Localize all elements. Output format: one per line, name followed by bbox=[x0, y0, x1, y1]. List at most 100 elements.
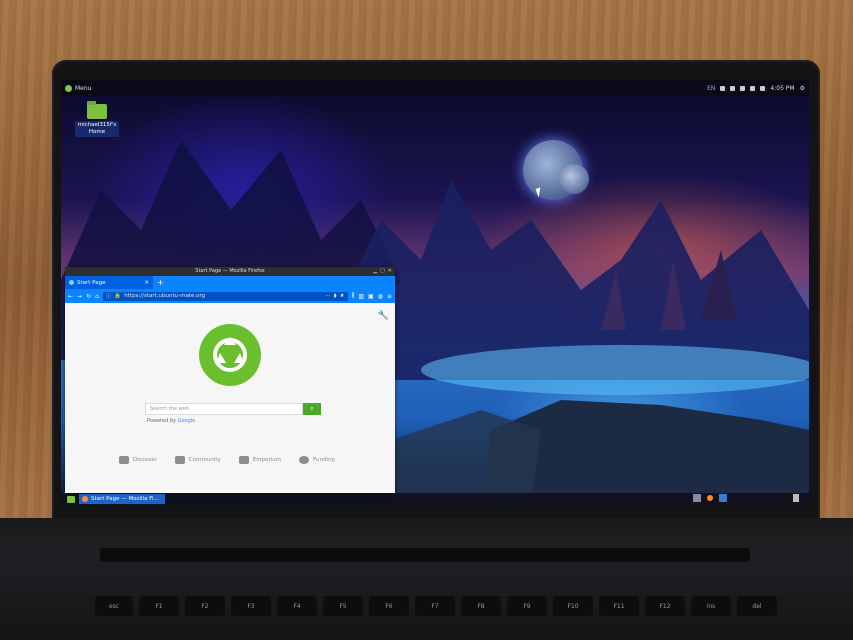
monitor-icon bbox=[119, 456, 129, 464]
taskbar-task-label: Start Page — Mozilla Fi... bbox=[91, 496, 159, 502]
search-icon: ⌕ bbox=[310, 405, 314, 412]
key-f9: F9 bbox=[507, 596, 547, 616]
home-icon[interactable]: ⌂ bbox=[95, 293, 99, 300]
key-ins: ins bbox=[691, 596, 731, 616]
chat-bubbles-icon bbox=[174, 456, 185, 464]
firefox-launcher-icon[interactable] bbox=[707, 495, 713, 501]
volume-icon[interactable] bbox=[760, 85, 766, 91]
top-panel: Menu EN 4:05 PM ⚙ bbox=[61, 80, 809, 96]
new-tab-button[interactable]: + bbox=[157, 278, 164, 287]
link-label: Funding bbox=[313, 457, 335, 463]
library-icon[interactable]: ⫼ bbox=[352, 292, 355, 300]
planet-small bbox=[559, 164, 589, 194]
pocket-icon[interactable]: ◗ bbox=[334, 293, 337, 299]
window-title: Start Page — Mozilla Firefox bbox=[195, 268, 265, 274]
laptop-hinge bbox=[100, 548, 750, 562]
tab-start-page[interactable]: Start Page ✕ bbox=[65, 276, 153, 289]
mate-circle-icon bbox=[213, 337, 247, 372]
clock[interactable]: 4:05 PM bbox=[770, 85, 794, 92]
link-label: Emporium bbox=[252, 457, 282, 463]
link-community[interactable]: Community bbox=[174, 456, 221, 464]
link-emporium[interactable]: Emporium bbox=[238, 456, 282, 464]
search-input[interactable]: Search the web bbox=[145, 403, 303, 415]
workspace-2[interactable] bbox=[719, 494, 727, 502]
key-f8: F8 bbox=[461, 596, 501, 616]
lock-icon: 🔒 bbox=[114, 293, 122, 299]
key-f5: F5 bbox=[323, 596, 363, 616]
settings-gear-icon[interactable]: ⚙ bbox=[800, 85, 805, 92]
link-discover[interactable]: Discover bbox=[119, 456, 157, 464]
key-del: del bbox=[737, 596, 777, 616]
forward-arrow-icon[interactable]: → bbox=[77, 293, 82, 300]
link-label: Discover bbox=[133, 457, 157, 463]
firefox-icon bbox=[82, 496, 88, 502]
minimize-icon[interactable]: ▁ bbox=[373, 267, 377, 276]
panel-right-area bbox=[693, 494, 799, 502]
key-f1: F1 bbox=[139, 596, 179, 616]
page-actions-icon[interactable]: ⋯ bbox=[325, 293, 331, 299]
heart-icon bbox=[299, 456, 310, 464]
key-f4: F4 bbox=[277, 596, 317, 616]
key-f12: F12 bbox=[645, 596, 685, 616]
search-placeholder: Search the web bbox=[150, 406, 189, 412]
desktop-screen: Menu EN 4:05 PM ⚙ michael315f's Home Sta… bbox=[61, 80, 809, 505]
reload-icon[interactable]: ↻ bbox=[86, 293, 91, 300]
system-tray: EN 4:05 PM ⚙ bbox=[707, 80, 805, 96]
wifi-icon[interactable] bbox=[750, 85, 756, 91]
bluetooth-icon[interactable] bbox=[730, 85, 736, 91]
workspace-1[interactable] bbox=[693, 494, 701, 502]
hamburger-menu-icon[interactable]: ≡ bbox=[387, 293, 392, 300]
window-titlebar[interactable]: Start Page — Mozilla Firefox ▁ □ ✕ bbox=[65, 267, 395, 276]
search-button[interactable]: ⌕ bbox=[303, 403, 321, 415]
ubuntu-mate-logo bbox=[199, 324, 261, 386]
home-folder-shortcut[interactable]: michael315f's Home bbox=[75, 101, 119, 137]
info-icon[interactable]: ⓘ bbox=[106, 292, 112, 300]
taskbar-firefox-button[interactable]: Start Page — Mozilla Fi... bbox=[79, 494, 165, 504]
sync-icon[interactable]: ◍ bbox=[378, 293, 383, 300]
mate-menu-icon bbox=[65, 84, 72, 92]
keyboard-function-row: esc F1 F2 F3 F4 F5 F6 F7 F8 F9 F10 F11 F… bbox=[95, 596, 795, 640]
key-esc: esc bbox=[95, 596, 133, 616]
menu-label: Menu bbox=[75, 84, 92, 92]
url-text: https://start.ubuntu-mate.org bbox=[124, 293, 206, 299]
link-funding[interactable]: Funding bbox=[299, 456, 335, 464]
page-content: 🔧 Search the web ⌕ Powered by Google Dis… bbox=[65, 303, 395, 493]
keyboard-layout-indicator[interactable]: EN bbox=[707, 85, 715, 92]
footer-links: Discover Community Emporium Funding bbox=[119, 456, 335, 464]
bookmark-star-icon[interactable]: ★ bbox=[340, 293, 345, 299]
search-form: Search the web ⌕ bbox=[145, 403, 321, 415]
key-f3: F3 bbox=[231, 596, 271, 616]
navigation-toolbar: ← → ↻ ⌂ ⓘ 🔒 https://start.ubuntu-mate.or… bbox=[65, 289, 395, 303]
shopping-bag-icon bbox=[238, 456, 249, 464]
tab-title: Start Page bbox=[77, 279, 106, 286]
key-f7: F7 bbox=[415, 596, 455, 616]
close-icon[interactable]: ✕ bbox=[388, 267, 392, 276]
powered-by-label: Powered by bbox=[147, 418, 176, 424]
key-f2: F2 bbox=[185, 596, 225, 616]
screenshot-icon[interactable]: ▣ bbox=[368, 293, 374, 300]
link-label: Community bbox=[188, 457, 221, 463]
home-folder-label: michael315f's Home bbox=[75, 121, 119, 137]
sidebar-icon[interactable]: ▥ bbox=[358, 293, 364, 300]
tab-close-icon[interactable]: ✕ bbox=[144, 280, 149, 286]
bottom-panel: Start Page — Mozilla Fi... bbox=[61, 493, 809, 505]
firefox-window: Start Page — Mozilla Firefox ▁ □ ✕ Start… bbox=[65, 267, 395, 493]
key-f6: F6 bbox=[369, 596, 409, 616]
back-arrow-icon[interactable]: ← bbox=[68, 293, 73, 300]
home-folder-icon bbox=[87, 101, 107, 119]
powered-by-text: Powered by Google bbox=[147, 418, 195, 424]
window-controls: ▁ □ ✕ bbox=[373, 267, 392, 276]
google-brand: Google bbox=[177, 418, 196, 424]
notification-icon[interactable] bbox=[720, 85, 726, 91]
tab-favicon-icon bbox=[69, 280, 74, 285]
key-f11: F11 bbox=[599, 596, 639, 616]
tab-strip: Start Page ✕ + bbox=[65, 276, 395, 289]
wrench-icon[interactable]: 🔧 bbox=[378, 311, 389, 321]
key-f10: F10 bbox=[553, 596, 593, 616]
trash-icon[interactable] bbox=[793, 494, 799, 502]
show-desktop-icon[interactable] bbox=[67, 495, 75, 503]
url-bar[interactable]: ⓘ 🔒 https://start.ubuntu-mate.org ⋯ ◗ ★ bbox=[102, 291, 348, 301]
maximize-icon[interactable]: □ bbox=[380, 267, 385, 276]
menu-button[interactable]: Menu bbox=[61, 84, 92, 92]
network-icon[interactable] bbox=[740, 85, 746, 91]
